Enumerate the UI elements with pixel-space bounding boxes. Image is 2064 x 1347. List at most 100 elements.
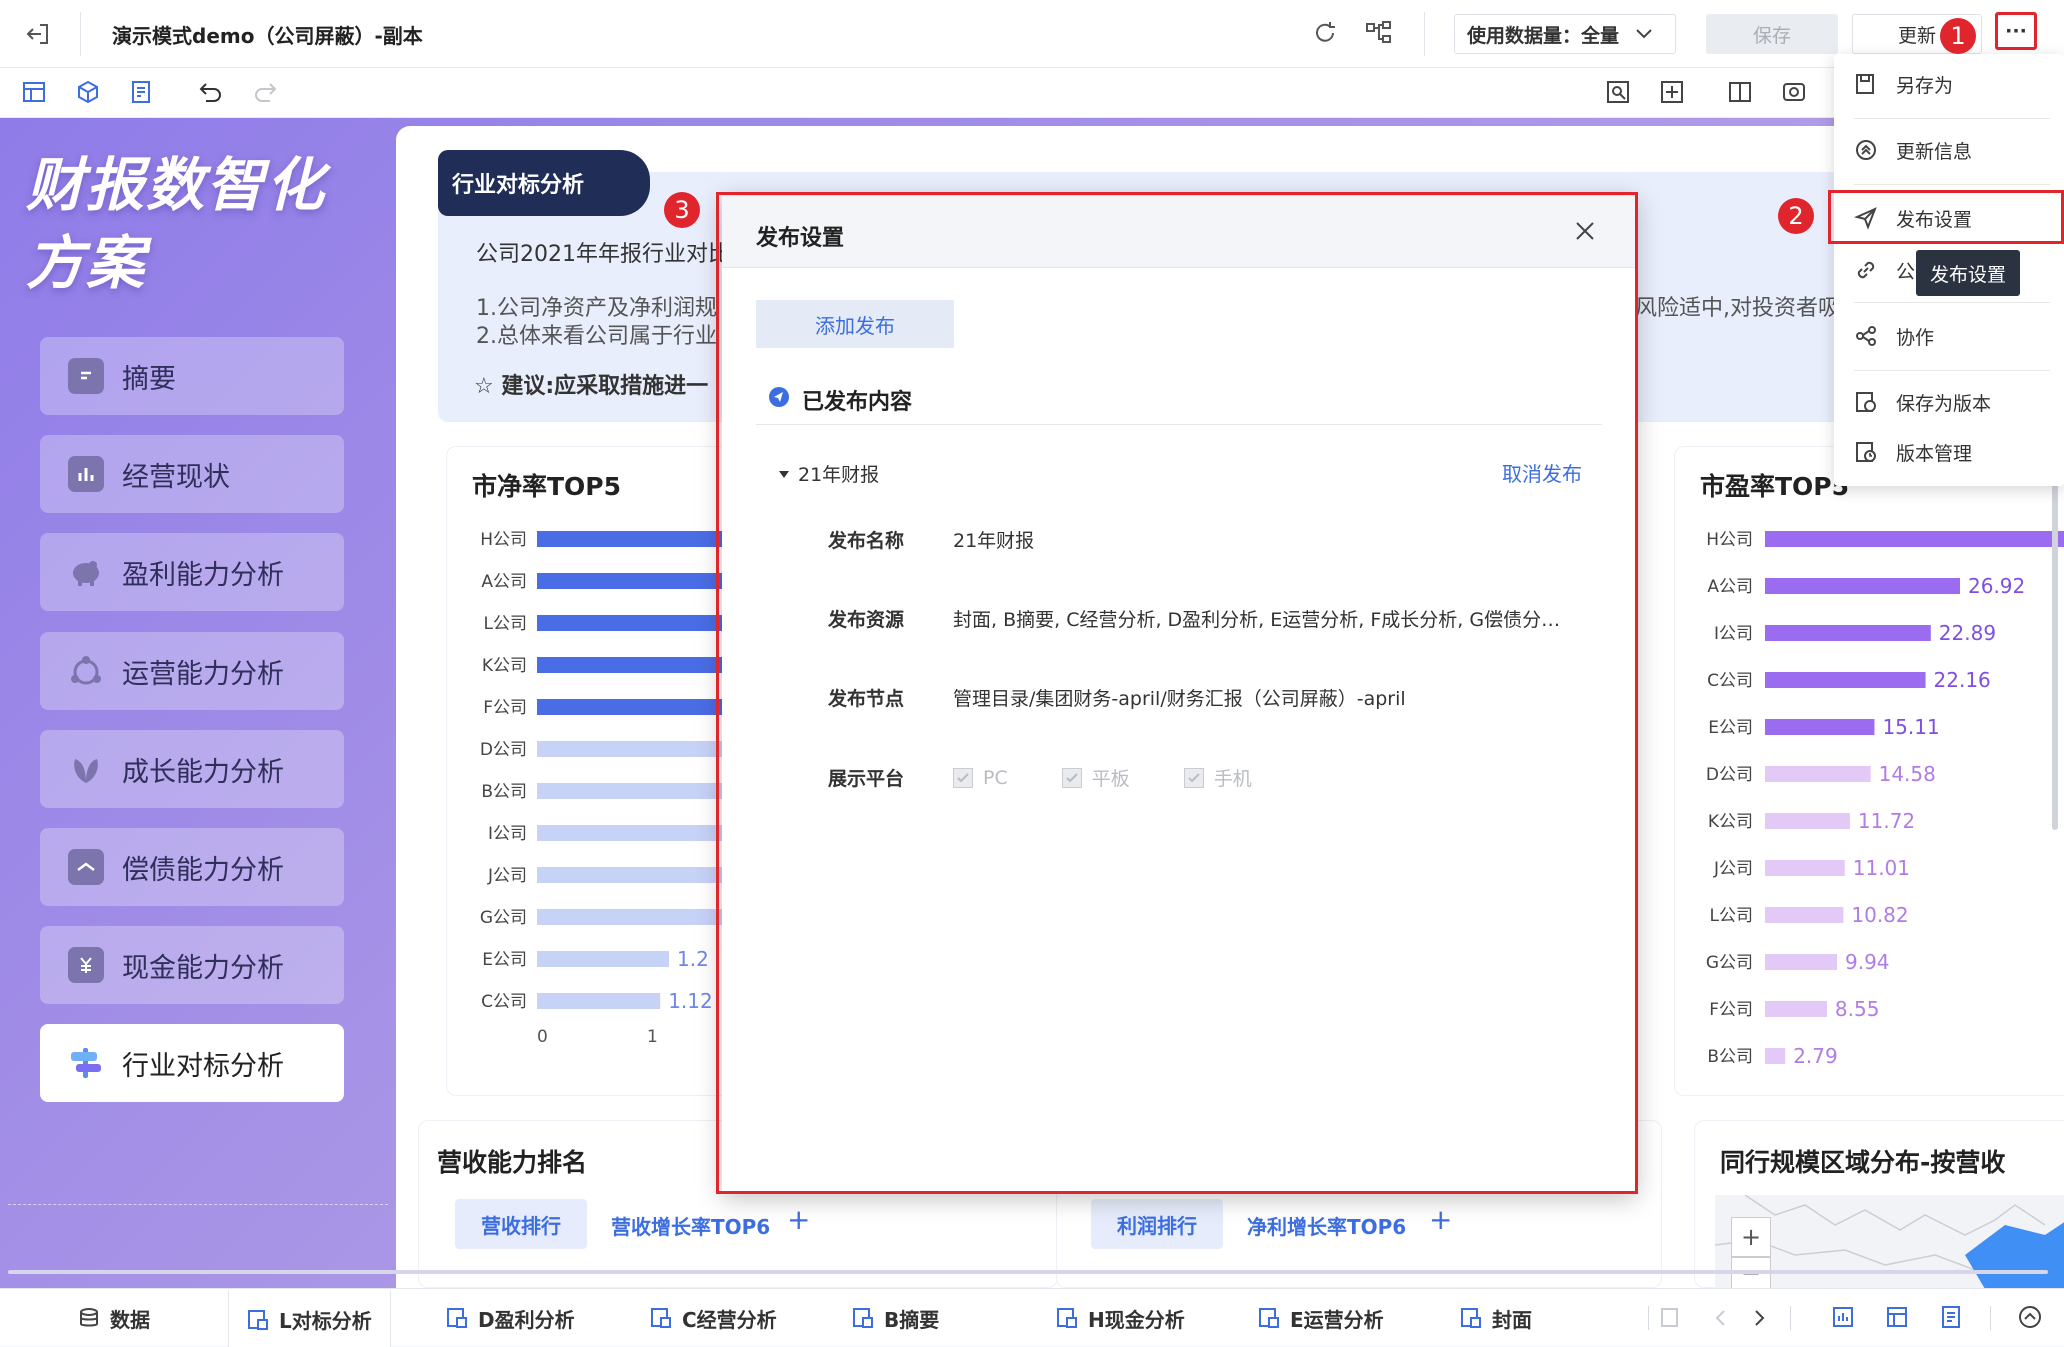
x-tick-label: 0 [537, 1027, 548, 1047]
data-usage-select[interactable]: 使用数据量：全量 [1454, 14, 1676, 54]
tab-label: E运营分析 [1290, 1307, 1384, 1332]
bar-chart-icon [68, 456, 104, 492]
menu-item-label: 协作 [1896, 326, 1935, 349]
region-card: 同行规模区域分布-按营收 + − [1694, 1120, 2064, 1289]
bar [1765, 1001, 1827, 1017]
divider [8, 1204, 388, 1205]
bar [1765, 719, 1875, 735]
zoom-in-button[interactable]: + [1731, 1217, 1771, 1257]
undo-icon[interactable] [198, 80, 224, 104]
value-label: 11.72 [1858, 809, 1915, 833]
flow-icon[interactable] [1365, 20, 1393, 46]
sidebar-item-label: 偿债能力分析 [122, 854, 284, 886]
summary-line3: 2.总体来看公司属于行业 [476, 324, 717, 349]
prev-page-icon[interactable] [1710, 1307, 1732, 1329]
pb-chart: H公司 A公司 L公司 K公司 F公司 D公司 B公司 I公司 J公司 G公司 E公司 1.2 C公司 1… [480, 530, 747, 1013]
tab-label: D盈利分析 [478, 1307, 575, 1332]
sidebar-item-label: 经营现状 [122, 461, 230, 493]
sidebar-item-solvency[interactable]: 偿债能力分析 [40, 828, 344, 906]
step-badge-3: 3 [664, 192, 700, 228]
bar [1765, 954, 1838, 970]
sheet-icon [651, 1308, 671, 1328]
sidebar-item-summary[interactable]: 摘要 [40, 337, 344, 415]
sidebar-item-label: 成长能力分析 [122, 756, 284, 788]
category-label: K公司 [1708, 812, 1753, 832]
tab-revenue-growth[interactable]: 营收增长率TOP6 [611, 1211, 770, 1240]
value-label: 22.89 [1939, 621, 1996, 645]
tab-c-operations[interactable]: C经营分析 [650, 1289, 777, 1347]
add-text-icon[interactable] [130, 80, 154, 104]
sidebar-item-cash[interactable]: 现金能力分析 [40, 926, 344, 1004]
tab-net-profit-growth[interactable]: 净利增长率TOP6 [1247, 1211, 1406, 1240]
revenue-title: 营收能力排名 [437, 1148, 588, 1177]
sidebar-item-operations[interactable]: 经营现状 [40, 435, 344, 513]
menu-item-collaborate[interactable]: 协作 [1834, 310, 2064, 362]
link-icon [1857, 261, 1875, 279]
sheet-list-icon[interactable] [1660, 1307, 1682, 1329]
value-label: 9.94 [1845, 950, 1890, 974]
layout-icon[interactable] [1660, 80, 1684, 104]
cube-icon[interactable] [76, 80, 100, 104]
add-table-sheet-icon[interactable] [1886, 1305, 1910, 1329]
menu-item-save-version[interactable]: 保存为版本 [1834, 376, 2064, 428]
data-tab[interactable]: 数据 [78, 1289, 150, 1347]
menu-item-version-manage[interactable]: 版本管理 [1834, 426, 2064, 478]
value-label: 1.2 [677, 947, 709, 971]
tab-b-summary[interactable]: B摘要 [852, 1289, 939, 1347]
horizontal-scrollbar[interactable] [8, 1270, 2048, 1274]
save-button[interactable]: 保存 [1706, 14, 1838, 54]
category-label: L公司 [1710, 906, 1753, 926]
category-label: E公司 [482, 950, 527, 970]
sidebar-item-operation-ability[interactable]: 运营能力分析 [40, 632, 344, 710]
sidebar-item-label: 盈利能力分析 [122, 559, 284, 591]
preview-icon[interactable] [1606, 80, 1630, 104]
sidebar-item-label: 运营能力分析 [122, 658, 284, 690]
leaf-icon [68, 751, 104, 787]
redo-icon[interactable] [252, 80, 278, 104]
exit-icon[interactable] [24, 20, 52, 48]
x-tick-label: 1 [647, 1027, 658, 1047]
cycle-icon [68, 653, 104, 689]
more-button[interactable]: ··· [1995, 12, 2037, 50]
tab-cover[interactable]: 封面 [1460, 1289, 1532, 1347]
menu-item-save-as[interactable]: 另存为 [1834, 58, 2064, 110]
tab-label: L对标分析 [279, 1309, 372, 1333]
add-component-icon[interactable] [22, 80, 46, 104]
category-label: E公司 [1708, 718, 1753, 738]
refresh-icon[interactable] [1312, 20, 1338, 46]
divider [1854, 302, 2050, 303]
tab-h-cash[interactable]: H现金分析 [1056, 1289, 1185, 1347]
sidebar-item-growth[interactable]: 成长能力分析 [40, 730, 344, 808]
add-chart-sheet-icon[interactable] [1832, 1305, 1856, 1329]
bar [537, 993, 661, 1009]
summary-suggestion: ☆ 建议:应采取措施进一 [474, 374, 709, 399]
divider [1854, 184, 2050, 185]
bar [1765, 672, 1926, 688]
tab-l-benchmark[interactable]: L对标分析 [228, 1289, 391, 1347]
tab-profit-rank[interactable]: 利润排行 [1091, 1199, 1223, 1249]
sidebar-item-profitability[interactable]: 盈利能力分析 [40, 533, 344, 611]
bar [1765, 1048, 1786, 1064]
add-report-sheet-icon[interactable] [1940, 1305, 1964, 1329]
page-title: 演示模式demo（公司屏蔽）-副本 [112, 24, 423, 48]
category-label: J公司 [487, 866, 527, 886]
tab-revenue-rank[interactable]: 营收排行 [455, 1199, 587, 1249]
sidebar-item-benchmark[interactable]: 行业对标分析 [40, 1024, 344, 1102]
category-label: H公司 [480, 530, 527, 550]
menu-item-update-info[interactable]: 更新信息 [1834, 124, 2064, 176]
category-label: A公司 [1707, 577, 1753, 597]
add-tab-button[interactable]: + [1429, 1203, 1452, 1236]
eye-settings-icon[interactable] [1782, 80, 1806, 104]
value-label: 14.58 [1879, 762, 1936, 786]
sidebar-item-label: 现金能力分析 [122, 952, 284, 984]
tab-d-profit[interactable]: D盈利分析 [446, 1289, 575, 1347]
value-label: 8.55 [1835, 997, 1880, 1021]
top-bar: 演示模式demo（公司屏蔽）-副本 使用数据量：全量 保存 更新 ··· [0, 0, 2064, 68]
add-tab-button[interactable]: + [787, 1203, 810, 1236]
tab-e-operation[interactable]: E运营分析 [1258, 1289, 1384, 1347]
divider [1854, 118, 2050, 119]
next-page-icon[interactable] [1748, 1307, 1770, 1329]
collapse-up-icon[interactable] [2018, 1305, 2042, 1329]
split-view-icon[interactable] [1728, 80, 1752, 104]
category-label: H公司 [1706, 530, 1753, 550]
